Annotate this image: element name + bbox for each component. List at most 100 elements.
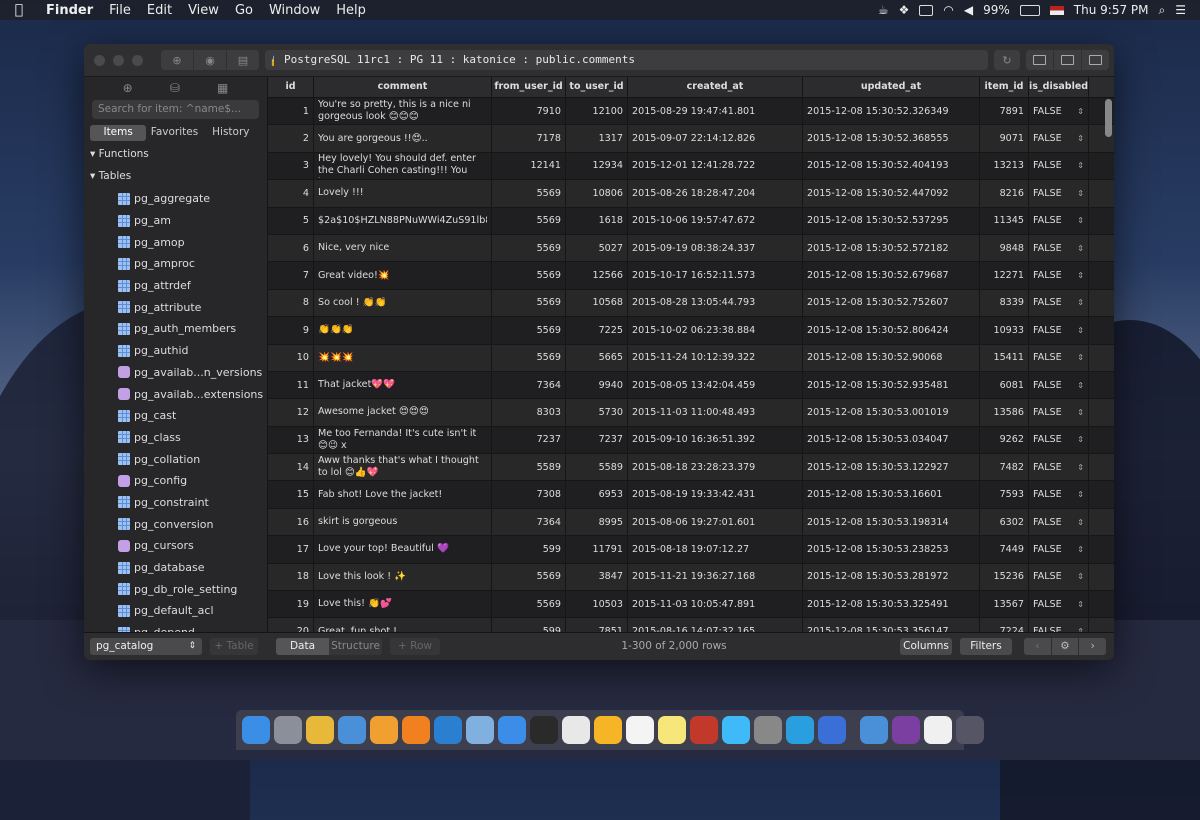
cell-is-disabled[interactable]: FALSE ⇕ [1029, 289, 1089, 317]
menu-file[interactable]: File [101, 3, 139, 18]
columns-button[interactable]: Columns [900, 638, 952, 655]
xcode-icon[interactable] [498, 716, 526, 744]
table-row[interactable]: 12 Awesome jacket 😍😍😍 8303 5730 2015-11-03 1… [268, 399, 1114, 427]
cell-created-at[interactable]: 2015-08-28 13:05:44.793 [628, 289, 803, 317]
battery-icon[interactable] [1019, 4, 1040, 16]
table-row[interactable]: 13 Me too Fernanda! It's cute isn't it 😊😉… [268, 426, 1114, 455]
chevron-updown-icon[interactable]: ⇕ [1077, 435, 1084, 444]
table-row[interactable]: 20 Great, fun shot ! 599 7851 2015-08-16 14:… [268, 618, 1114, 632]
cell-item-id[interactable]: 9071 [980, 125, 1029, 152]
cell-item-id[interactable]: 8216 [980, 180, 1029, 207]
table-row[interactable]: 4 Lovely !!! 5569 10806 2015-08-26 18:28:47.… [268, 180, 1114, 208]
add-row-button[interactable]: + Row [390, 638, 440, 655]
cell-created-at[interactable]: 2015-08-29 19:47:41.801 [628, 98, 803, 125]
cell-comment[interactable]: Love this look ! ✨ [314, 563, 492, 591]
cell-to-user-id[interactable]: 7237 [566, 426, 628, 454]
sidebar-item-pg_cursors[interactable]: pg_cursors [84, 535, 267, 557]
cell-item-id[interactable]: 8339 [980, 289, 1029, 317]
structure-tab[interactable]: Structure [329, 638, 382, 655]
cell-comment[interactable]: 💥💥💥 [314, 344, 492, 371]
cell-updated-at[interactable]: 2015-12-08 15:30:53.198314 [803, 508, 980, 536]
cell-id[interactable]: 2 [268, 125, 314, 152]
sidebar-item-pg_database[interactable]: pg_database [84, 557, 267, 579]
table-row[interactable]: 5 $2a$10$HZLN88PNuWWi4ZuS91lb8dR98Ijt0kbl… [268, 207, 1114, 235]
cell-id[interactable]: 8 [268, 289, 314, 317]
cell-comment[interactable]: So cool ! 👏👏 [314, 289, 492, 317]
table-row[interactable]: 15 Fab shot! Love the jacket! 7308 6953 2015… [268, 481, 1114, 509]
connection-icon[interactable]: ⊕ [161, 50, 193, 70]
cell-to-user-id[interactable]: 12566 [566, 262, 628, 289]
cell-from-user-id[interactable]: 599 [492, 618, 566, 632]
cell-from-user-id[interactable]: 5569 [492, 563, 566, 591]
cell-created-at[interactable]: 2015-08-16 14:07:32.165 [628, 618, 803, 632]
messages-icon[interactable] [722, 716, 750, 744]
table-row[interactable]: 11 That jacket💖💖 7364 9940 2015-08-05 13:42:… [268, 371, 1114, 400]
cell-is-disabled[interactable]: FALSE ⇕ [1029, 591, 1089, 618]
cell-created-at[interactable]: 2015-08-19 19:33:42.431 [628, 481, 803, 508]
cell-created-at[interactable]: 2015-10-02 06:23:38.884 [628, 317, 803, 344]
kitematic-icon[interactable] [818, 716, 846, 744]
telegram-icon[interactable] [786, 716, 814, 744]
cell-comment[interactable]: 👏👏👏 [314, 317, 492, 344]
cell-id[interactable]: 7 [268, 262, 314, 289]
tab-history[interactable]: History [203, 125, 259, 141]
cell-created-at[interactable]: 2015-11-24 10:12:39.322 [628, 344, 803, 371]
chevron-updown-icon[interactable]: ⇕ [1077, 298, 1084, 307]
cell-from-user-id[interactable]: 7178 [492, 125, 566, 152]
cell-item-id[interactable]: 13567 [980, 591, 1029, 618]
sidebar-item-pg_aggregate[interactable]: pg_aggregate [84, 188, 267, 210]
cell-created-at[interactable]: 2015-10-17 16:52:11.573 [628, 262, 803, 289]
cell-updated-at[interactable]: 2015-12-08 15:30:53.325491 [803, 591, 980, 618]
cell-item-id[interactable]: 9262 [980, 426, 1029, 454]
chevron-updown-icon[interactable]: ⇕ [1077, 189, 1084, 198]
toggle-left-panel-icon[interactable] [1026, 50, 1053, 70]
column-header-id[interactable]: id [268, 77, 314, 97]
menu-help[interactable]: Help [328, 3, 374, 18]
sidebar-item-pg_conversion[interactable]: pg_conversion [84, 513, 267, 535]
cell-created-at[interactable]: 2015-12-01 12:41:28.722 [628, 152, 803, 180]
cell-updated-at[interactable]: 2015-12-08 15:30:52.90068 [803, 344, 980, 371]
cell-created-at[interactable]: 2015-10-06 19:57:47.672 [628, 207, 803, 234]
terminal-icon[interactable] [530, 716, 558, 744]
vertical-scrollbar[interactable] [1105, 99, 1112, 137]
cell-to-user-id[interactable]: 3847 [566, 563, 628, 591]
preview-icon[interactable] [466, 716, 494, 744]
chevron-updown-icon[interactable]: ⇕ [1077, 572, 1084, 581]
next-page-button[interactable]: › [1079, 638, 1107, 655]
cell-created-at[interactable]: 2015-08-05 13:42:04.459 [628, 371, 803, 399]
cell-updated-at[interactable]: 2015-12-08 15:30:52.752607 [803, 289, 980, 317]
cell-id[interactable]: 12 [268, 399, 314, 426]
wifi-icon[interactable]: ◠ [943, 3, 953, 17]
cell-id[interactable]: 4 [268, 180, 314, 207]
cell-comment[interactable]: Aww thanks that's what I thought to lol … [314, 454, 492, 481]
cell-item-id[interactable]: 7482 [980, 454, 1029, 481]
cell-from-user-id[interactable]: 5569 [492, 234, 566, 262]
table-row[interactable]: 8 So cool ! 👏👏 5569 10568 2015-08-28 13:05:4… [268, 289, 1114, 318]
sidebar-item-pg_class[interactable]: pg_class [84, 427, 267, 449]
cell-id[interactable]: 14 [268, 454, 314, 481]
cell-to-user-id[interactable]: 5665 [566, 344, 628, 371]
section-functions[interactable]: ▾ Functions [84, 144, 267, 164]
stack-app-icon[interactable] [892, 716, 920, 744]
menu-view[interactable]: View [180, 3, 227, 18]
table-row[interactable]: 1 You're so pretty, this is a nice ni gor… [268, 98, 1114, 126]
cell-is-disabled[interactable]: FALSE ⇕ [1029, 563, 1089, 591]
cell-item-id[interactable]: 15236 [980, 563, 1029, 591]
cell-from-user-id[interactable]: 7308 [492, 481, 566, 508]
cell-from-user-id[interactable]: 5569 [492, 180, 566, 207]
vscode-icon[interactable] [434, 716, 462, 744]
table-row[interactable]: 2 You are gorgeous !!😍.. 7178 1317 2015-09-0… [268, 125, 1114, 153]
cell-to-user-id[interactable]: 6953 [566, 481, 628, 508]
cell-updated-at[interactable]: 2015-12-08 15:30:52.537295 [803, 207, 980, 234]
cell-is-disabled[interactable]: FALSE ⇕ [1029, 536, 1089, 563]
cell-comment[interactable]: You're so pretty, this is a nice ni gorg… [314, 98, 492, 125]
notification-center-icon[interactable]: ☰ [1175, 3, 1186, 17]
cell-item-id[interactable]: 7593 [980, 481, 1029, 508]
cell-comment[interactable]: Me too Fernanda! It's cute isn't it 😊😉 x [314, 426, 492, 454]
flag-icon[interactable] [1049, 5, 1064, 15]
trash-icon[interactable] [956, 716, 984, 744]
cell-id[interactable]: 20 [268, 618, 314, 632]
table-row[interactable]: 19 Love this! 👏💕 5569 10503 2015-11-03 10:05… [268, 591, 1114, 619]
sidebar-item-pg_attribute[interactable]: pg_attribute [84, 296, 267, 318]
schema-select[interactable]: pg_catalog ⇕ [90, 638, 202, 655]
